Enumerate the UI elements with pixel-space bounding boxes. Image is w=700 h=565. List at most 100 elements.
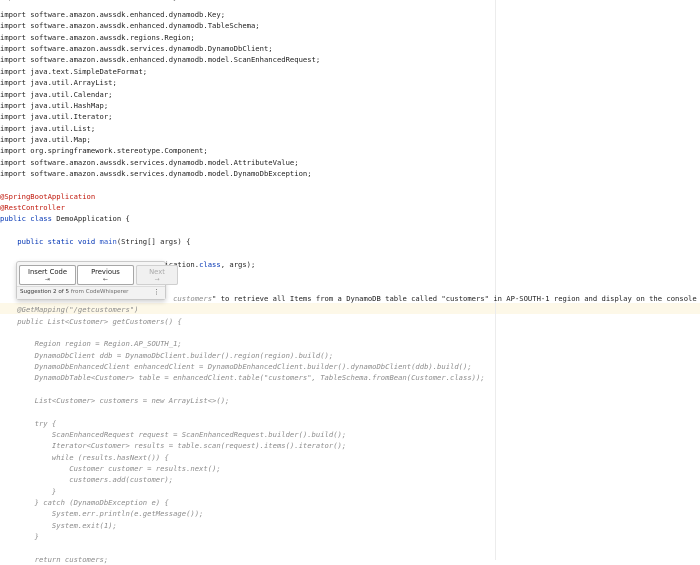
- code-token: customers: [173, 294, 213, 303]
- code-token: import software.amazon.awssdk.enhanced.d…: [0, 0, 208, 1]
- code-token: Iterator<Customer> results = table.scan(…: [0, 441, 347, 450]
- code-line: import java.util.HashMap;: [0, 100, 108, 111]
- code-line: import java.util.Map;: [0, 134, 91, 145]
- code-token: while (results.hasNext()) {: [0, 453, 169, 462]
- code-token: import software.amazon.awssdk.regions.Re…: [0, 33, 195, 42]
- code-line: @RestController: [0, 202, 65, 213]
- code-token: import java.text.SimpleDateFormat;: [0, 67, 148, 76]
- code-token: customers.add(customer);: [0, 475, 174, 484]
- code-line: Iterator<Customer> results = table.scan(…: [0, 440, 346, 451]
- insert-code-label: Insert Code: [27, 268, 68, 276]
- popup-footer: Suggestion 2 of 5 from CodeWhisperer ⋮: [17, 286, 165, 299]
- code-line: Customer customer = results.next();: [0, 463, 221, 474]
- code-token: DynamoDbTable<Customer> table = enhanced…: [0, 373, 485, 382]
- code-line: import java.util.ArrayList;: [0, 77, 117, 88]
- code-line: } catch (DynamoDbException e) {: [0, 497, 169, 508]
- code-line: List<Customer> customers = new ArrayList…: [0, 395, 230, 406]
- code-line: try {: [0, 418, 57, 429]
- code-token: import software.amazon.awssdk.enhanced.d…: [0, 21, 260, 30]
- code-line: import software.amazon.awssdk.regions.Re…: [0, 32, 195, 43]
- code-token: import software.amazon.awssdk.enhanced.d…: [0, 55, 321, 64]
- code-line: import org.springframework.stereotype.Co…: [0, 145, 208, 156]
- code-token: DynamoDbClient ddb = DynamoDbClient.buil…: [0, 351, 334, 360]
- right-margin-guide: [495, 0, 496, 560]
- code-line: import java.text.SimpleDateFormat;: [0, 66, 147, 77]
- code-line: System.err.println(e.getMessage());: [0, 508, 203, 519]
- code-token: public static void: [0, 237, 100, 246]
- insert-code-button[interactable]: Insert Code ⇥: [19, 265, 76, 285]
- code-token: , args);: [220, 260, 256, 269]
- arrow-right-icon: →: [154, 276, 160, 283]
- tab-key-icon: ⇥: [44, 276, 51, 283]
- code-token: @GetMapping("/getcustomers"): [0, 305, 139, 314]
- code-line: public static void main(String[] args) {: [0, 236, 190, 247]
- code-token: }: [0, 532, 39, 541]
- code-line: import software.amazon.awssdk.enhanced.d…: [0, 0, 208, 2]
- code-token: import java.util.Calendar;: [0, 90, 113, 99]
- code-token: public List<Customer> getCustomers() {: [0, 317, 182, 326]
- code-token: List<Customer> customers = new ArrayList…: [0, 396, 230, 405]
- code-line: import software.amazon.awssdk.enhanced.d…: [0, 20, 260, 31]
- code-line: public class DemoApplication {: [0, 213, 130, 224]
- code-token: System.exit(1);: [0, 521, 117, 530]
- code-token: import java.util.Map;: [0, 135, 91, 144]
- code-line: import software.amazon.awssdk.enhanced.d…: [0, 54, 320, 65]
- code-line: DynamoDbClient ddb = DynamoDbClient.buil…: [0, 350, 334, 361]
- code-token: DemoApplication {: [56, 214, 130, 223]
- code-token: class: [199, 260, 221, 269]
- suggestion-source: from CodeWhisperer: [69, 289, 129, 295]
- code-line: }: [0, 531, 39, 542]
- next-label: Next: [149, 268, 165, 276]
- code-token: } catch (DynamoDbException e) {: [0, 498, 169, 507]
- code-line: import java.util.Iterator;: [0, 111, 113, 122]
- code-token: import software.amazon.awssdk.enhanced.d…: [0, 10, 226, 19]
- code-line: import software.amazon.awssdk.services.d…: [0, 43, 273, 54]
- code-line: DynamoDbTable<Customer> table = enhanced…: [0, 372, 485, 383]
- code-token: import java.util.Iterator;: [0, 112, 113, 121]
- code-line: while (results.hasNext()) {: [0, 452, 169, 463]
- code-token: import software.amazon.awssdk.services.d…: [0, 169, 312, 178]
- code-token: Region region = Region.AP_SOUTH_1;: [0, 339, 182, 348]
- codewhisperer-suggestion-popup: Insert Code ⇥ Previous ← Next → Suggesti…: [16, 261, 178, 300]
- code-line: public List<Customer> getCustomers() {: [0, 316, 182, 327]
- code-line: }: [0, 486, 56, 497]
- code-token: import java.util.List;: [0, 124, 96, 133]
- code-token: @RestController: [0, 203, 65, 212]
- previous-label: Previous: [91, 268, 120, 276]
- code-token: " to retrieve all Items from a DynamoDB …: [212, 294, 697, 303]
- next-suggestion-button[interactable]: Next →: [136, 265, 178, 285]
- code-token: @SpringBootApplication: [0, 192, 96, 201]
- code-token: import java.util.ArrayList;: [0, 78, 117, 87]
- code-token: import java.util.HashMap;: [0, 101, 109, 110]
- code-line: import software.amazon.awssdk.services.d…: [0, 168, 312, 179]
- code-line: import java.util.List;: [0, 123, 95, 134]
- code-line: @SpringBootApplication: [0, 191, 95, 202]
- code-token: }: [0, 487, 57, 496]
- code-token: try {: [0, 419, 57, 428]
- previous-suggestion-button[interactable]: Previous ←: [77, 265, 134, 285]
- code-token: Customer customer = results.next();: [0, 464, 221, 473]
- code-line: import software.amazon.awssdk.services.d…: [0, 157, 299, 168]
- code-line: DynamoDbEnhancedClient enhancedClient = …: [0, 361, 472, 372]
- arrow-left-icon: ←: [102, 276, 109, 283]
- code-line: customers.add(customer);: [0, 474, 173, 485]
- code-token: DynamoDbEnhancedClient enhancedClient = …: [0, 362, 472, 371]
- code-token: import software.amazon.awssdk.services.d…: [0, 158, 299, 167]
- code-line: @GetMapping("/getcustomers"): [0, 304, 138, 315]
- code-line: import java.util.Calendar;: [0, 89, 113, 100]
- code-token: import org.springframework.stereotype.Co…: [0, 146, 208, 155]
- suggestion-index: 2 of 5: [53, 289, 70, 295]
- code-token: public class: [0, 214, 57, 223]
- code-token: main: [99, 237, 117, 246]
- suggestion-prefix: Suggestion: [20, 289, 54, 295]
- suggestion-counter: Suggestion 2 of 5 from CodeWhisperer: [20, 289, 128, 295]
- more-options-icon[interactable]: ⋮: [153, 288, 160, 296]
- code-token: (String[] args) {: [116, 237, 191, 246]
- code-line: ScanEnhancedRequest request = ScanEnhanc…: [0, 429, 346, 440]
- code-line: import software.amazon.awssdk.enhanced.d…: [0, 9, 225, 20]
- code-line: Region region = Region.AP_SOUTH_1;: [0, 338, 182, 349]
- code-token: ScanEnhancedRequest request = ScanEnhanc…: [0, 430, 347, 439]
- code-token: import software.amazon.awssdk.services.d…: [0, 44, 273, 53]
- code-line: System.exit(1);: [0, 520, 117, 531]
- code-token: System.err.println(e.getMessage());: [0, 509, 204, 518]
